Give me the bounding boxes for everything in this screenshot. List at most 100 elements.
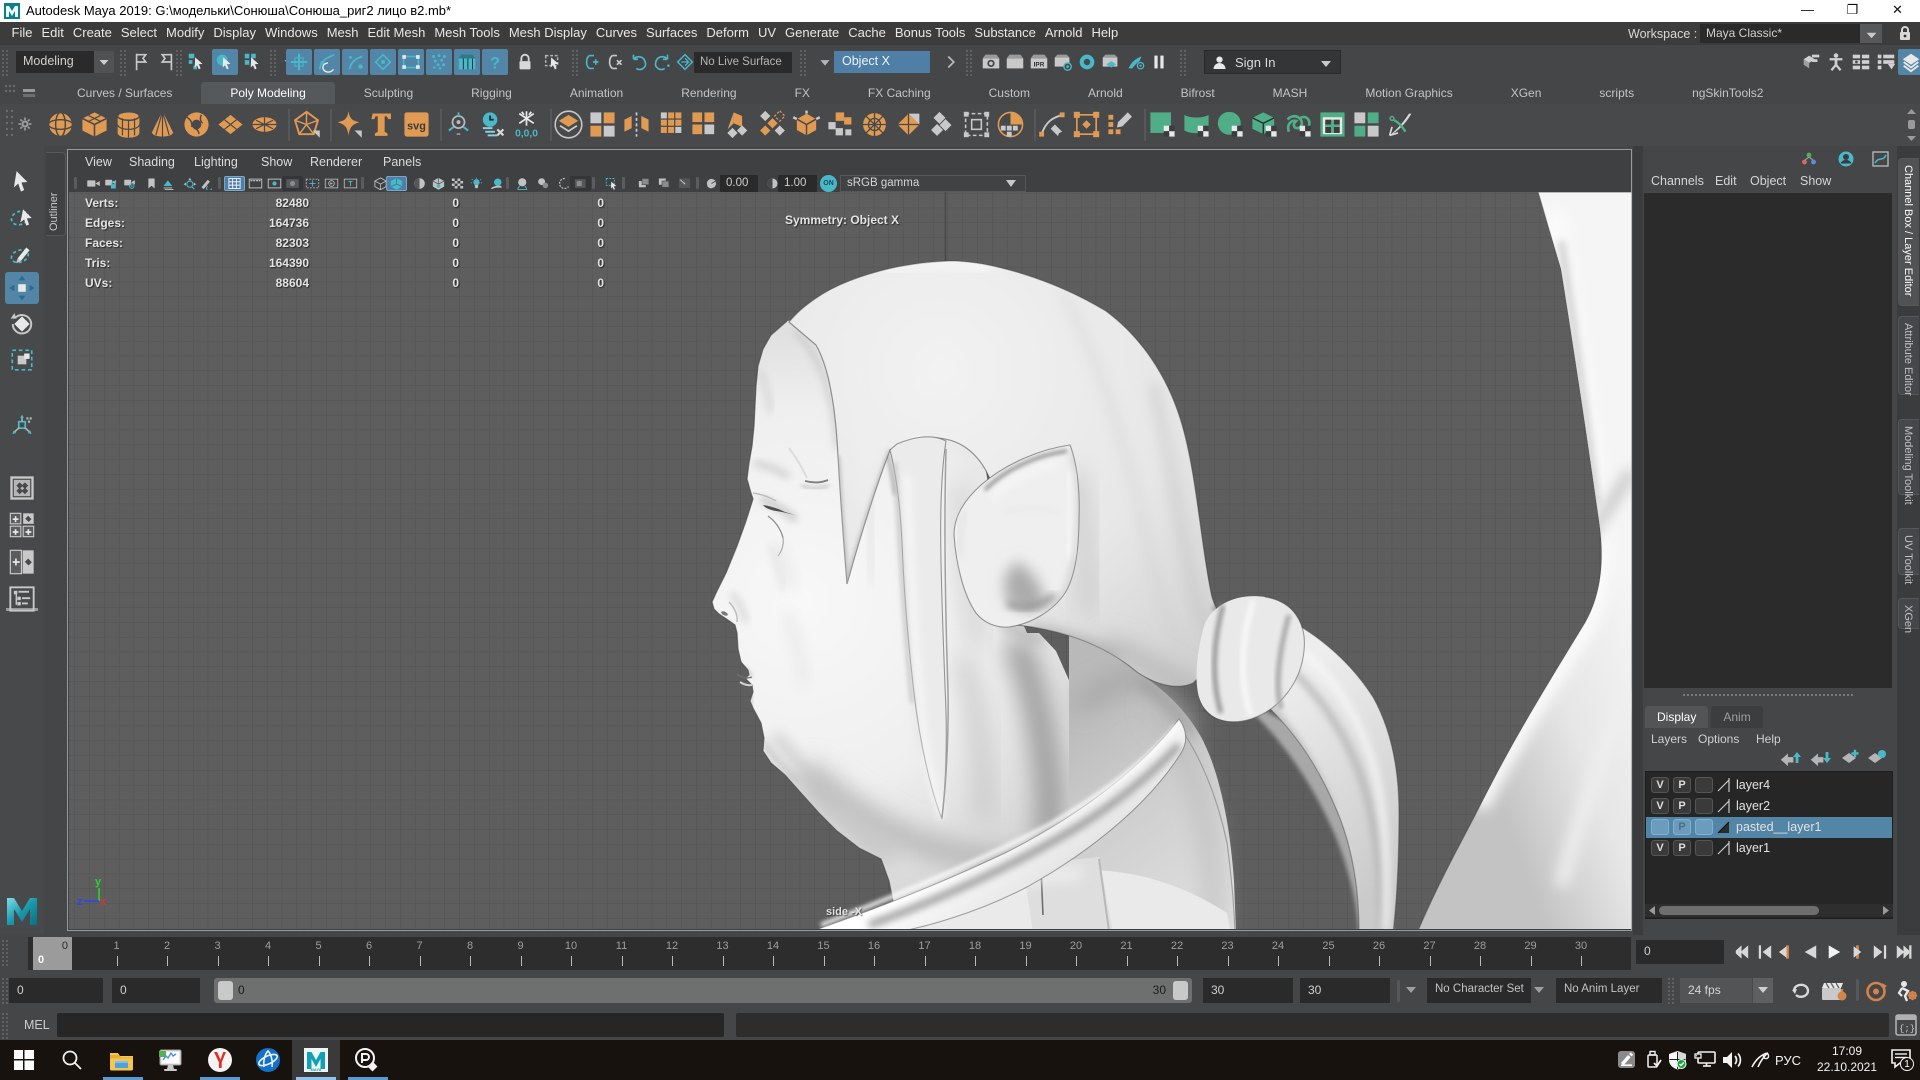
status-line-separator[interactable] (572, 50, 578, 76)
toggle-modeling-toolkit-button[interactable] (1798, 49, 1824, 75)
modeling-toolkit-button[interactable] (454, 49, 480, 75)
layer-name[interactable]: layer4 (1736, 778, 1770, 792)
layer-name[interactable]: layer2 (1736, 799, 1770, 813)
anim-preferences-icon[interactable] (1894, 979, 1918, 1003)
timeline-playhead[interactable]: 0 0 (33, 937, 72, 970)
select-hierarchy-button[interactable] (184, 49, 210, 75)
unwrap-cube-shelf-button[interactable] (792, 110, 821, 139)
shelf-tab[interactable]: Arnold (1059, 82, 1152, 104)
lattice-shelf-button[interactable] (1072, 110, 1101, 139)
layer-playback-toggle[interactable]: P (1673, 840, 1691, 856)
highlight-selection-button[interactable] (540, 49, 566, 75)
close-button[interactable]: ✕ (1875, 0, 1920, 22)
layer-row-layer2[interactable]: VPlayer2 (1646, 796, 1892, 817)
rotate-tool[interactable] (5, 308, 39, 340)
shelf-tab[interactable]: MASH (1244, 82, 1337, 104)
playback-start-field[interactable]: 0 (112, 978, 200, 1003)
menu-item[interactable]: Bonus Tools (890, 22, 970, 45)
character-set-arrow-icon[interactable] (1404, 985, 1418, 995)
extrude-shelf-button[interactable] (724, 110, 753, 139)
menu-item[interactable]: Modify (162, 22, 209, 45)
system-monitor-button[interactable] (148, 1040, 192, 1080)
time-slider-grip[interactable] (2, 940, 8, 966)
animation-start-field[interactable]: 0 (9, 978, 103, 1003)
layer-list-scrollbar[interactable] (1645, 904, 1893, 917)
bridge-shelf-button[interactable] (758, 110, 787, 139)
playback-end-field[interactable]: 30 (1203, 978, 1293, 1003)
menu-item[interactable]: Generate (781, 22, 844, 45)
layer-playback-toggle[interactable]: P (1673, 819, 1691, 835)
snap-curve-button[interactable] (314, 49, 340, 75)
exposure-contrast-icon[interactable] (570, 176, 591, 191)
lock-camera-icon[interactable] (101, 176, 122, 191)
material-mode-icon[interactable] (428, 176, 449, 191)
toggle-attribute-editor-button[interactable] (1873, 49, 1899, 75)
shelf-tab[interactable]: scripts (1570, 82, 1663, 104)
edit-pivot-shelf-button[interactable] (1106, 110, 1135, 139)
symmetry-field[interactable]: Object X (834, 51, 930, 73)
channel-box-menu-show[interactable]: Show (1800, 174, 1831, 188)
origin-locator-shelf-button[interactable]: 0,0,0 (512, 110, 541, 139)
layer-row-layer1[interactable]: VPlayer1 (1646, 838, 1892, 859)
exposure-field[interactable]: 0.00 (720, 175, 758, 192)
shadows-mode-icon[interactable] (486, 176, 507, 191)
layer-color-swatch[interactable] (1695, 819, 1713, 835)
shelf-tab[interactable]: Motion Graphics (1336, 82, 1481, 104)
set-key-icon[interactable] (1820, 980, 1848, 1002)
smooth-shelf-button[interactable] (826, 110, 855, 139)
layer-visibility-toggle[interactable]: V (1651, 840, 1669, 856)
shelf-tab[interactable]: FX (766, 82, 839, 104)
poly-text-shelf-button[interactable] (368, 110, 397, 139)
layer-row-pasted__layer1[interactable]: Ppasted__layer1 (1646, 817, 1892, 838)
workspace-dropdown-arrow-icon[interactable] (1860, 24, 1882, 43)
usb-tray-icon[interactable] (1644, 1050, 1662, 1070)
uv-planar-shelf-button[interactable] (1148, 110, 1177, 139)
uv-cylindrical-shelf-button[interactable] (1182, 110, 1211, 139)
shelf-tab[interactable]: Sculpting (335, 82, 442, 104)
menu-item[interactable]: Cache (844, 22, 891, 45)
current-time-field[interactable]: 0 (1636, 940, 1724, 964)
safe-title-icon[interactable]: T (340, 176, 361, 191)
layer-editor-tab[interactable]: Display (1645, 706, 1708, 728)
layout-single[interactable] (5, 472, 39, 504)
menu-item[interactable]: Display (209, 22, 261, 45)
shelf-tab[interactable]: Curves / Surfaces (48, 82, 201, 104)
layer-visibility-toggle[interactable]: V (1651, 798, 1669, 814)
step-forward-key-button[interactable] (1846, 939, 1867, 965)
separate-shelf-button[interactable] (588, 110, 617, 139)
range-end-handle[interactable] (1173, 981, 1188, 1000)
triangulate-shelf-button[interactable] (894, 110, 923, 139)
file-explorer-button[interactable] (100, 1040, 144, 1080)
fill-hole-shelf-button[interactable] (690, 110, 719, 139)
pane-diag-icon[interactable] (674, 176, 695, 191)
paint-select-tool[interactable] (5, 238, 39, 270)
curve-warp-shelf-button[interactable] (1038, 110, 1067, 139)
render-view-button[interactable] (1074, 49, 1100, 75)
go-to-end-button[interactable] (1892, 939, 1913, 965)
uv-contour-stretch-shelf-button[interactable] (1284, 110, 1313, 139)
xray-joints-icon[interactable] (533, 176, 554, 191)
battlenet-button[interactable] (246, 1040, 290, 1080)
shelf-tab[interactable]: Custom (960, 82, 1059, 104)
go-to-start-button[interactable] (1731, 939, 1752, 965)
command-language-label[interactable]: MEL (24, 1018, 50, 1032)
safe-action-icon[interactable] (321, 176, 342, 191)
mirror-shelf-button[interactable] (622, 110, 651, 139)
select-object-button[interactable] (212, 49, 238, 75)
auto-key-icon[interactable] (1864, 980, 1888, 1003)
layout-two[interactable] (5, 546, 39, 578)
layout-outliner[interactable] (5, 583, 39, 615)
play-forwards-button[interactable] (1823, 939, 1844, 965)
playback-loop-icon[interactable] (1788, 981, 1814, 1001)
lasso-tool[interactable] (5, 202, 39, 234)
shaded-mode-button[interactable] (386, 176, 407, 191)
channel-box-menu-channels[interactable]: Channels (1651, 174, 1704, 188)
gamma-field[interactable]: 1.00 (778, 175, 817, 192)
menu-item[interactable]: Substance (970, 22, 1040, 45)
lock-selection-button[interactable] (512, 49, 538, 75)
sidebar-tab-attribute-editor[interactable]: Attribute Editor (1898, 316, 1919, 395)
layer-editor-menu-layers[interactable]: Layers (1651, 732, 1687, 746)
film-gate-icon[interactable] (245, 176, 266, 191)
shelf-tab[interactable]: ngSkinTools2 (1663, 82, 1792, 104)
shelf-tab[interactable]: Rendering (652, 82, 765, 104)
